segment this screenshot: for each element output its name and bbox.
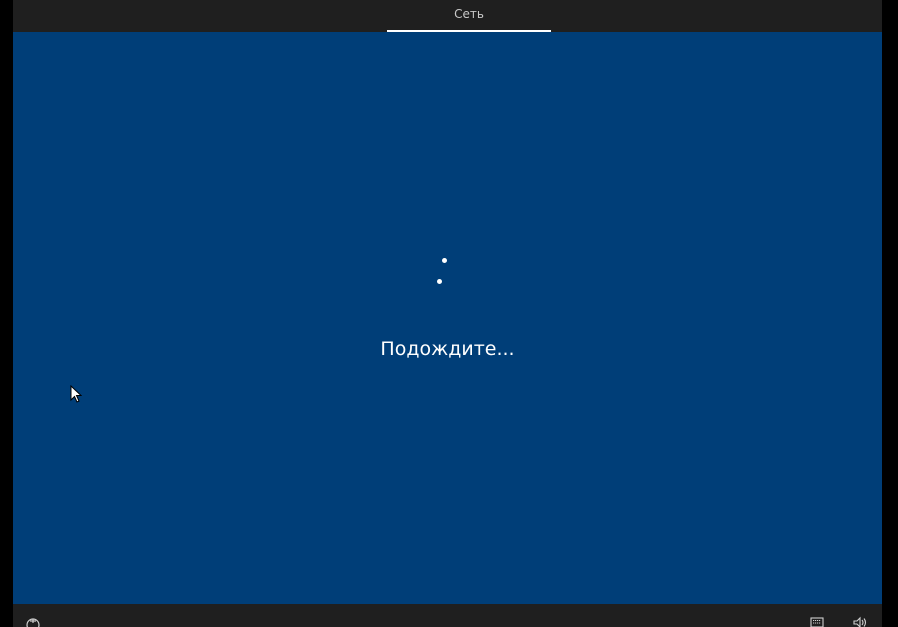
keyboard-icon[interactable] [810, 616, 824, 627]
screen-border-left [0, 0, 13, 627]
mouse-cursor-icon [70, 385, 82, 403]
loading-spinner-icon [429, 254, 459, 294]
oobe-screen: Сеть Подождите... [0, 0, 898, 627]
tab-network-label: Сеть [454, 7, 484, 21]
tab-network[interactable]: Сеть [387, 0, 551, 32]
accessibility-icon[interactable] [26, 616, 40, 627]
volume-icon[interactable] [853, 616, 867, 627]
status-message: Подождите... [380, 338, 515, 360]
screen-border-right [882, 0, 898, 627]
spinner-dot [442, 258, 447, 263]
main-panel: Подождите... [13, 32, 882, 604]
top-navigation-bar: Сеть [13, 0, 882, 32]
bottom-system-bar [13, 604, 882, 627]
spinner-dot [437, 279, 442, 284]
